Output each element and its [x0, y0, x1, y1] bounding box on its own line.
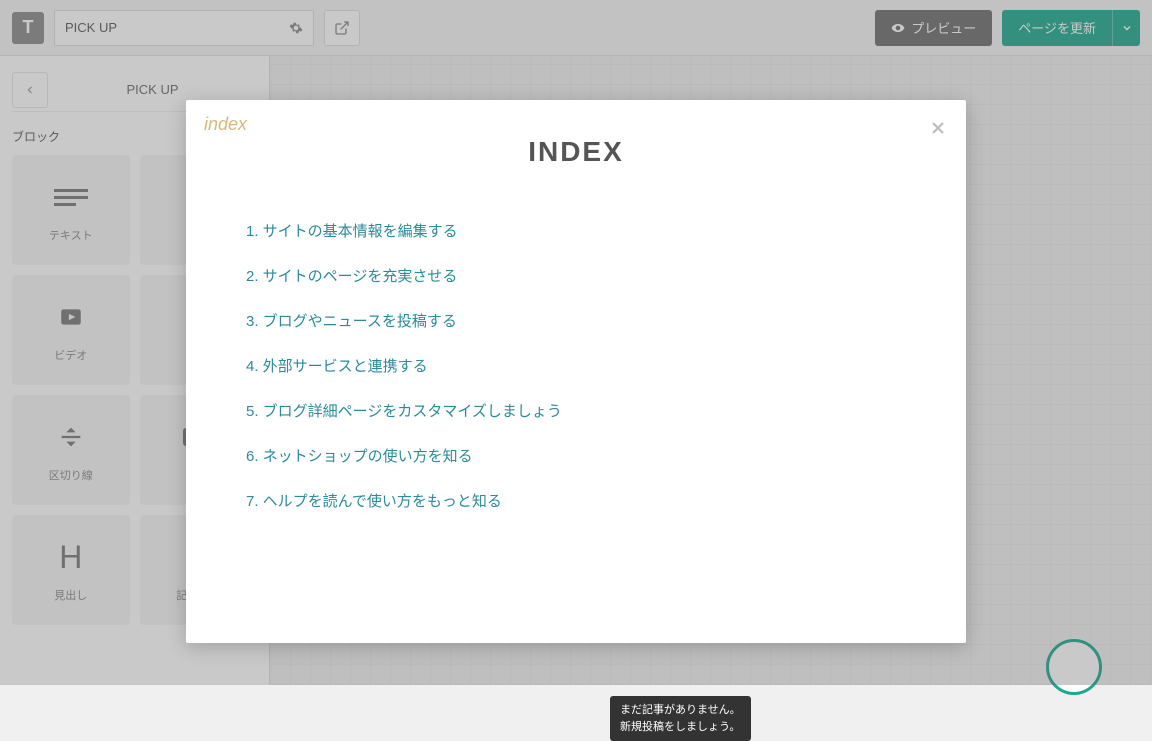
index-link-7[interactable]: 7. ヘルプを読んで使い方をもっと知る: [246, 493, 502, 510]
modal-overlay[interactable]: index INDEX 1. サイトの基本情報を編集する 2. サイトのページを…: [0, 0, 1152, 685]
index-link-6[interactable]: 6. ネットショップの使い方を知る: [246, 448, 473, 465]
modal-list: 1. サイトの基本情報を編集する 2. サイトのページを充実させる 3. ブログ…: [246, 208, 906, 523]
index-modal: index INDEX 1. サイトの基本情報を編集する 2. サイトのページを…: [186, 100, 966, 643]
index-link-1[interactable]: 1. サイトの基本情報を編集する: [246, 223, 458, 240]
index-link-3[interactable]: 3. ブログやニュースを投稿する: [246, 313, 457, 330]
index-link-4[interactable]: 4. 外部サービスと連携する: [246, 358, 428, 375]
modal-tag: index: [204, 114, 247, 135]
empty-tooltip: まだ記事がありません。 新規投稿をしましょう。: [610, 696, 751, 741]
index-link-2[interactable]: 2. サイトのページを充実させる: [246, 268, 457, 285]
close-icon: [928, 118, 948, 138]
modal-title: INDEX: [246, 136, 906, 168]
index-link-5[interactable]: 5. ブログ詳細ページをカスタマイズしましょう: [246, 403, 562, 420]
modal-close-button[interactable]: [926, 116, 950, 140]
